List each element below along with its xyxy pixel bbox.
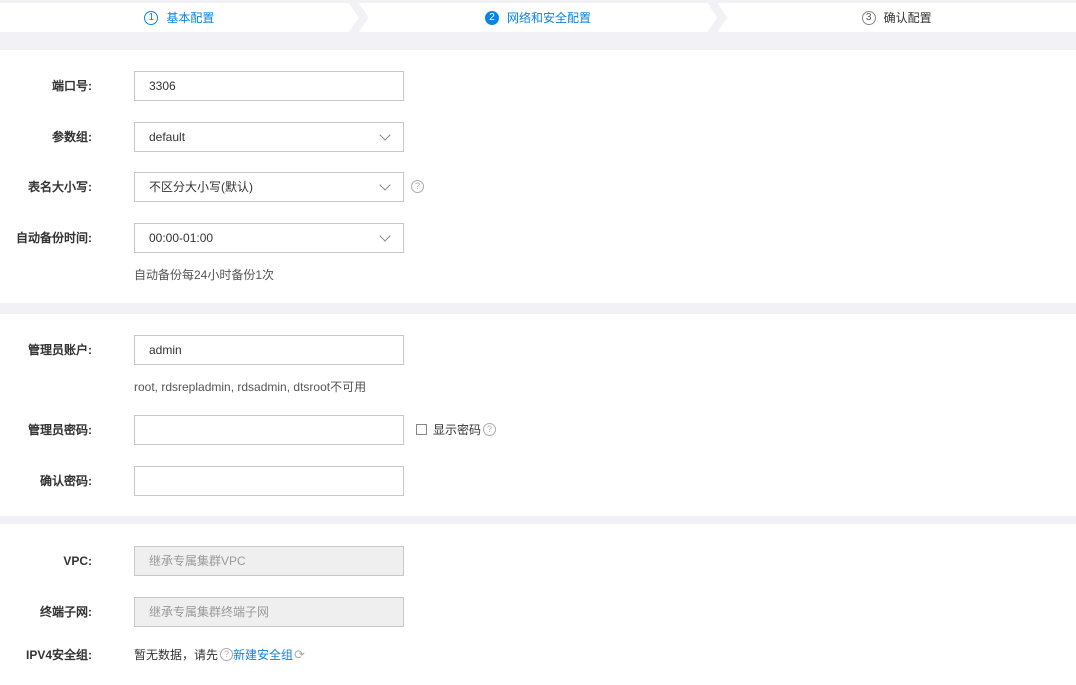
vpc-row: VPC: 继承专属集群VPC (0, 546, 1076, 576)
steps-bar: 1 基本配置 2 网络和安全配置 3 确认配置 (0, 3, 1076, 32)
account-section: 管理员账户: admin root, rdsrepladmin, rdsadmin… (0, 314, 1076, 516)
step-label: 确认配置 (883, 11, 932, 25)
network-section: VPC: 继承专属集群VPC 终端子网: 继承专属集群终端子网 IPV4安全组: 暂… (0, 524, 1076, 685)
chevron-down-icon (379, 230, 391, 242)
step-label: 基本配置 (166, 11, 215, 25)
step-number: 1 (144, 11, 158, 25)
backup-time-select[interactable]: 00:00-01:00 (134, 223, 404, 253)
security-group-label: IPV4安全组: (25, 648, 92, 662)
subnet-input: 继承专属集群终端子网 (134, 597, 404, 627)
subnet-label: 终端子网: (40, 605, 92, 619)
help-icon[interactable]: ? (411, 180, 424, 193)
show-password-label: 显示密码 (433, 423, 482, 437)
chevron-down-icon (379, 129, 391, 141)
refresh-icon[interactable]: ⟳ (294, 640, 305, 670)
help-icon[interactable]: ? (220, 648, 233, 661)
subnet-row: 终端子网: 继承专属集群终端子网 (0, 597, 1076, 627)
create-security-group-link[interactable]: 新建安全组 (233, 640, 293, 670)
table-case-select[interactable]: 不区分大小写(默认) (134, 172, 404, 202)
password-input[interactable] (134, 415, 404, 445)
admin-input[interactable]: admin (134, 335, 404, 365)
backup-time-label: 自动备份时间: (16, 231, 92, 245)
step-number: 2 (485, 11, 499, 25)
backup-hint: 自动备份每24小时备份1次 (134, 268, 275, 282)
admin-hint: root, rdsrepladmin, rdsadmin, dtsroot不可用 (134, 380, 367, 394)
backup-time-row: 自动备份时间: 00:00-01:00 (0, 223, 1076, 253)
port-row: 端口号: 3306 (0, 71, 1076, 101)
select-value: 00:00-01:00 (149, 231, 214, 245)
admin-row: 管理员账户: admin (0, 335, 1076, 365)
step-confirm[interactable]: 3 确认配置 (717, 3, 1076, 32)
db-config-section: 端口号: 3306 参数组: default 表名大小写: 不区分大小写(默认)? 自… (0, 50, 1076, 303)
port-input[interactable]: 3306 (134, 71, 404, 101)
param-group-select[interactable]: default (134, 122, 404, 152)
confirm-password-input[interactable] (134, 466, 404, 496)
step-number: 3 (861, 10, 876, 25)
no-data-text: 暂无数据，请先 (134, 648, 219, 662)
vpc-input: 继承专属集群VPC (134, 546, 404, 576)
chevron-down-icon (379, 179, 391, 191)
help-icon[interactable]: ? (483, 423, 496, 436)
select-value: 不区分大小写(默认) (149, 180, 253, 194)
show-password-checkbox[interactable] (416, 424, 427, 435)
step-network[interactable]: 2 网络和安全配置 (359, 3, 718, 32)
step-basic[interactable]: 1 基本配置 (0, 3, 359, 32)
port-label: 端口号: (52, 79, 92, 93)
table-case-label: 表名大小写: (28, 180, 92, 194)
confirm-row: 确认密码: (0, 466, 1076, 496)
table-case-row: 表名大小写: 不区分大小写(默认)? (0, 172, 1076, 202)
password-label: 管理员密码: (28, 423, 92, 437)
confirm-label: 确认密码: (40, 474, 92, 488)
security-group-row: IPV4安全组: 暂无数据，请先 ? 新建安全组 ⟳ (0, 640, 1076, 670)
password-row: 管理员密码: 显示密码 ? (0, 415, 1076, 445)
param-group-row: 参数组: default (0, 122, 1076, 152)
param-group-label: 参数组: (52, 130, 92, 144)
admin-label: 管理员账户: (28, 343, 92, 357)
select-value: default (149, 130, 186, 144)
vpc-label: VPC: (63, 554, 92, 568)
step-label: 网络和安全配置 (507, 11, 592, 25)
